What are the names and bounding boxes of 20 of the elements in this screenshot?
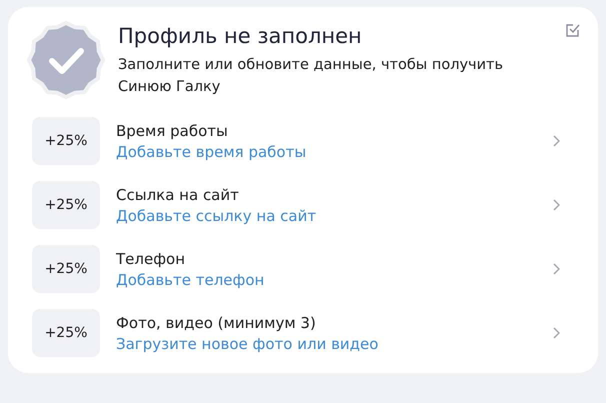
- item-link[interactable]: Добавьте телефон: [116, 270, 264, 288]
- edit-checkbox-icon[interactable]: [566, 23, 580, 37]
- verified-badge-icon: [26, 20, 106, 100]
- profile-title: Профиль не заполнен: [118, 24, 363, 48]
- item-link[interactable]: Добавьте ссылку на сайт: [116, 206, 316, 224]
- chevron-right-icon[interactable]: [553, 199, 560, 211]
- bonus-badge: +25%: [32, 181, 100, 229]
- item-link[interactable]: Добавьте время работы: [116, 142, 306, 160]
- chevron-right-icon[interactable]: [553, 327, 560, 339]
- item-title: Фото, видео (минимум 3): [116, 314, 316, 332]
- item-title: Ссылка на сайт: [116, 186, 239, 204]
- item-link[interactable]: Загрузите новое фото или видео: [116, 334, 378, 352]
- item-title: Телефон: [116, 250, 186, 268]
- item-title: Время работы: [116, 122, 228, 140]
- chevron-right-icon[interactable]: [553, 135, 560, 147]
- bonus-badge: +25%: [32, 245, 100, 293]
- profile-description: Заполните или обновите данные, чтобы получить Синюю Галку: [118, 56, 504, 97]
- bonus-badge: +25%: [32, 117, 100, 165]
- bonus-badge: +25%: [32, 309, 100, 357]
- chevron-right-icon[interactable]: [553, 263, 560, 275]
